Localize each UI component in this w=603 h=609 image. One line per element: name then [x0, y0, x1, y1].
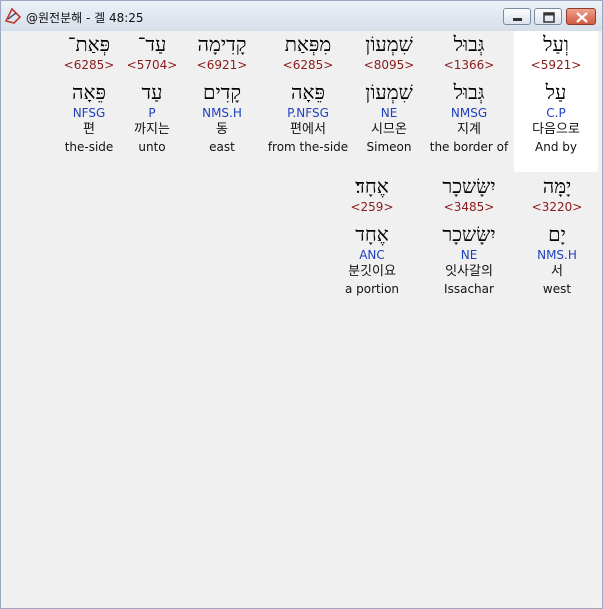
english-gloss: a portion [344, 282, 400, 296]
word-cell[interactable]: פְּאַת־ <6285> פֵּאָה NFSG 편 the-side [47, 31, 131, 155]
restore-icon [543, 12, 555, 23]
app-icon [4, 7, 22, 24]
strong-number[interactable]: <3485> [427, 199, 511, 215]
strong-number[interactable]: <6285> [266, 57, 350, 73]
korean-gloss: 편 [83, 122, 95, 137]
word-cell[interactable]: מִפְּאַת <6285> פֵּאָה P.NFSG 편에서 from t… [266, 31, 350, 155]
lemma-word: פֵּאָה [291, 80, 325, 104]
hebrew-word: שִׁמְעוֹן [365, 32, 413, 56]
word-cell[interactable]: גְּבוּל <1366> גְּבוּל NMSG 지계 the borde… [427, 31, 511, 155]
maximize-button[interactable] [534, 8, 562, 25]
english-gloss: west [542, 282, 572, 296]
minimize-button[interactable] [503, 8, 531, 25]
english-gloss: the-side [64, 140, 114, 154]
close-icon [576, 12, 588, 23]
strong-number[interactable]: <5921> [514, 57, 598, 73]
korean-gloss: 시므온 [371, 122, 407, 137]
korean-gloss: 지계 [457, 122, 481, 137]
english-gloss: Simeon [366, 140, 412, 154]
title-bar[interactable]: @원전분해 - 겔 48:25 [1, 1, 602, 31]
strong-number[interactable]: <8095> [347, 57, 431, 73]
korean-gloss: 분깃이요 [348, 264, 396, 279]
lemma-word: פֵּאָה [72, 80, 106, 104]
strong-number[interactable]: <6285> [47, 57, 131, 73]
strong-number[interactable]: <1366> [427, 57, 511, 73]
english-gloss: the border of [429, 140, 509, 154]
english-gloss: from the-side [267, 140, 349, 154]
korean-gloss: 편에서 [290, 122, 326, 137]
hebrew-word: מִפְּאַת [284, 32, 332, 56]
hebrew-word: פְּאַת־ [67, 32, 111, 56]
window-title: @원전분해 - 겔 48:25 [26, 11, 144, 25]
lemma-word: שִׁמְעוֹן [365, 80, 413, 104]
word-cell[interactable]: וְעַל <5921> עַל C.P 다음으로 And by [514, 31, 598, 172]
morph-code[interactable]: ANC [330, 247, 414, 263]
morph-code[interactable]: P.NFSG [266, 105, 350, 121]
hebrew-word: גְּבוּל [453, 32, 485, 56]
lemma-word: יָם [548, 222, 566, 246]
morph-code[interactable]: NMSG [427, 105, 511, 121]
korean-gloss: 서 [551, 264, 563, 279]
hebrew-word: וְעַל [543, 32, 569, 56]
minimize-icon [513, 18, 522, 21]
lemma-word: עַל [545, 80, 567, 104]
lemma-word: יִשָּׂשכָר [442, 222, 496, 246]
word-cell[interactable]: אֶחָד׃ <259> אֶחָד ANC 분깃이요 a portion [330, 173, 414, 297]
strong-number[interactable]: <259> [330, 199, 414, 215]
lemma-word: גְּבוּל [453, 80, 485, 104]
app-window: @원전분해 - 겔 48:25 וְעַל <5921> עַל C.P 다음으… [0, 0, 603, 609]
close-button[interactable] [566, 8, 596, 25]
hebrew-word: אֶחָד׃ [355, 174, 389, 198]
korean-gloss: 잇사갈의 [445, 264, 493, 279]
word-cell[interactable]: יִשָּׂשכָר <3485> יִשָּׂשכָר NE 잇사갈의 Iss… [427, 173, 511, 297]
english-gloss: And by [535, 140, 577, 154]
english-gloss: Issachar [444, 282, 494, 296]
word-cell[interactable]: שִׁמְעוֹן <8095> שִׁמְעוֹן NE 시므온 Simeon [347, 31, 431, 155]
morph-code[interactable]: C.P [514, 105, 598, 121]
morph-code[interactable]: NFSG [47, 105, 131, 121]
morph-code[interactable]: NMS.H [515, 247, 599, 263]
strong-number[interactable]: <3220> [515, 199, 599, 215]
word-cell[interactable]: יָמָּה <3220> יָם NMS.H 서 west [515, 173, 599, 297]
interlinear-panel: וְעַל <5921> עַל C.P 다음으로 And by גְּבוּל… [4, 31, 599, 603]
hebrew-word: יִשָּׂשכָר [442, 174, 496, 198]
korean-gloss: 다음으로 [532, 122, 580, 137]
morph-code[interactable]: NE [347, 105, 431, 121]
hebrew-word: יָמָּה [542, 174, 572, 198]
lemma-word: אֶחָד [355, 222, 389, 246]
morph-code[interactable]: NE [427, 247, 511, 263]
